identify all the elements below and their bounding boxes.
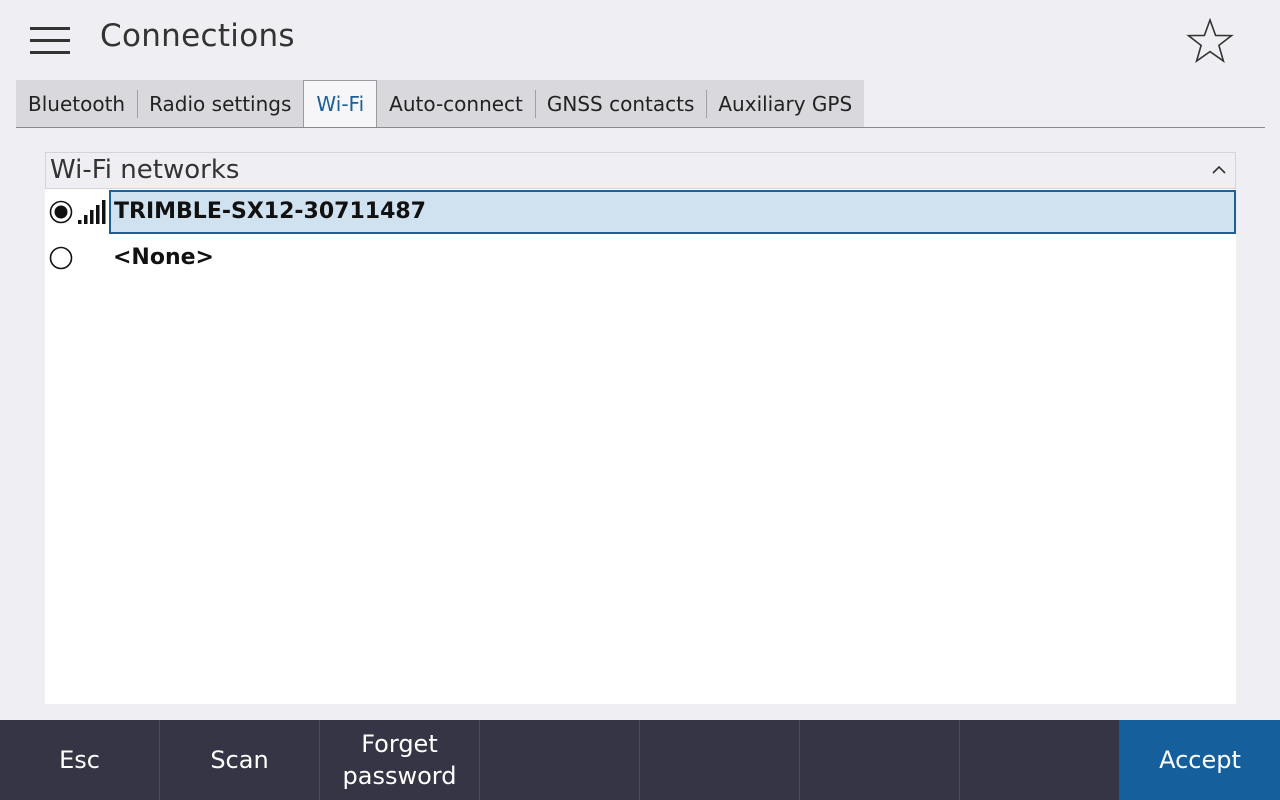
page-title: Connections bbox=[100, 18, 295, 54]
tab-wifi[interactable]: Wi-Fi bbox=[303, 80, 378, 127]
tab-auxiliary-gps[interactable]: Auxiliary GPS bbox=[706, 80, 865, 127]
signal-strength-icon bbox=[78, 200, 106, 224]
wifi-networks-group-header[interactable]: Wi-Fi networks bbox=[45, 152, 1236, 189]
tab-divider bbox=[16, 127, 1265, 128]
scan-button[interactable]: Scan bbox=[160, 720, 320, 800]
network-row[interactable]: TRIMBLE-SX12-30711487 bbox=[45, 190, 1236, 234]
tab-gnss-contacts[interactable]: GNSS contacts bbox=[534, 80, 707, 127]
radio-selected-icon[interactable] bbox=[49, 200, 73, 224]
tab-bluetooth[interactable]: Bluetooth bbox=[16, 80, 138, 127]
softkey-bar: Esc Scan Forget password Accept bbox=[0, 720, 1280, 800]
empty-softkey bbox=[960, 720, 1120, 800]
tab-radio-settings[interactable]: Radio settings bbox=[137, 80, 304, 127]
connections-screen: Connections Bluetooth Radio settings Wi-… bbox=[0, 0, 1280, 800]
header-bar: Connections bbox=[0, 0, 1280, 80]
network-row[interactable]: <None> bbox=[45, 236, 1236, 280]
empty-softkey bbox=[480, 720, 640, 800]
tab-bar: Bluetooth Radio settings Wi-Fi Auto-conn… bbox=[16, 80, 865, 127]
network-name[interactable]: <None> bbox=[109, 236, 1236, 280]
radio-unselected-icon[interactable] bbox=[49, 246, 73, 270]
network-name[interactable]: TRIMBLE-SX12-30711487 bbox=[109, 190, 1236, 234]
tab-auto-connect[interactable]: Auto-connect bbox=[377, 80, 535, 127]
empty-softkey bbox=[640, 720, 800, 800]
empty-softkey bbox=[800, 720, 960, 800]
wifi-networks-panel: Wi-Fi networks TRIMBLE-SX12-30711487 <No… bbox=[45, 152, 1236, 704]
star-outline-icon[interactable] bbox=[1186, 18, 1234, 64]
accept-button[interactable]: Accept bbox=[1120, 720, 1280, 800]
forget-password-button[interactable]: Forget password bbox=[320, 720, 480, 800]
group-title: Wi-Fi networks bbox=[50, 155, 240, 185]
chevron-up-icon[interactable] bbox=[1211, 163, 1227, 177]
esc-button[interactable]: Esc bbox=[0, 720, 160, 800]
hamburger-menu-icon[interactable] bbox=[30, 27, 70, 55]
